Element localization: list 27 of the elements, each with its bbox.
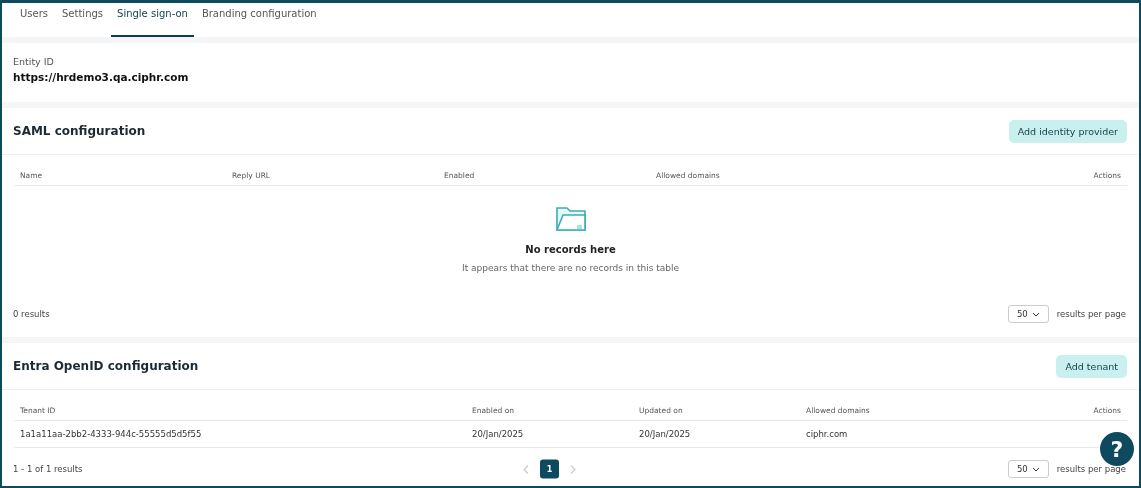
- chevron-down-icon: [1031, 311, 1040, 317]
- section-title: SAML configuration: [13, 124, 146, 138]
- tab[interactable]: Single sign-on: [111, 3, 194, 37]
- page-size-select[interactable]: 50: [1007, 305, 1049, 323]
- results-per-page-label: results per page: [1056, 464, 1126, 474]
- next-page-icon[interactable]: [569, 464, 577, 474]
- results-count: 1 - 1 of 1 results: [13, 464, 83, 474]
- entity-id-value: https://hrdemo3.qa.ciphr.com: [13, 71, 190, 83]
- table-cell: ciphr.com: [800, 421, 1027, 448]
- add-button[interactable]: Add tenant: [1056, 354, 1127, 378]
- empty-title: No records here: [525, 244, 616, 255]
- add-button[interactable]: Add identity provider: [1008, 119, 1127, 143]
- section-title: Entra OpenID configuration: [13, 359, 199, 373]
- tab[interactable]: Settings: [56, 3, 110, 37]
- table-cell: 1a1a11aa-2bb2-4333-944c-55555d5d5f55: [14, 421, 466, 448]
- page-size-select[interactable]: 50: [1007, 460, 1049, 478]
- tab[interactable]: Branding configuration: [195, 3, 323, 37]
- table-cell: 20/Jan/2025: [633, 421, 800, 448]
- empty-message: It appears that there are no records in this table: [462, 263, 679, 273]
- page-button[interactable]: 1: [540, 459, 559, 479]
- table-cell: 20/Jan/2025: [466, 421, 633, 448]
- entity-id-label: Entity ID: [13, 56, 55, 67]
- tab[interactable]: Users: [14, 3, 54, 37]
- results-per-page-label: results per page: [1056, 309, 1126, 319]
- results-count: 0 results: [13, 309, 50, 319]
- previous-page-icon[interactable]: [522, 464, 530, 474]
- chevron-down-icon: [1031, 466, 1040, 472]
